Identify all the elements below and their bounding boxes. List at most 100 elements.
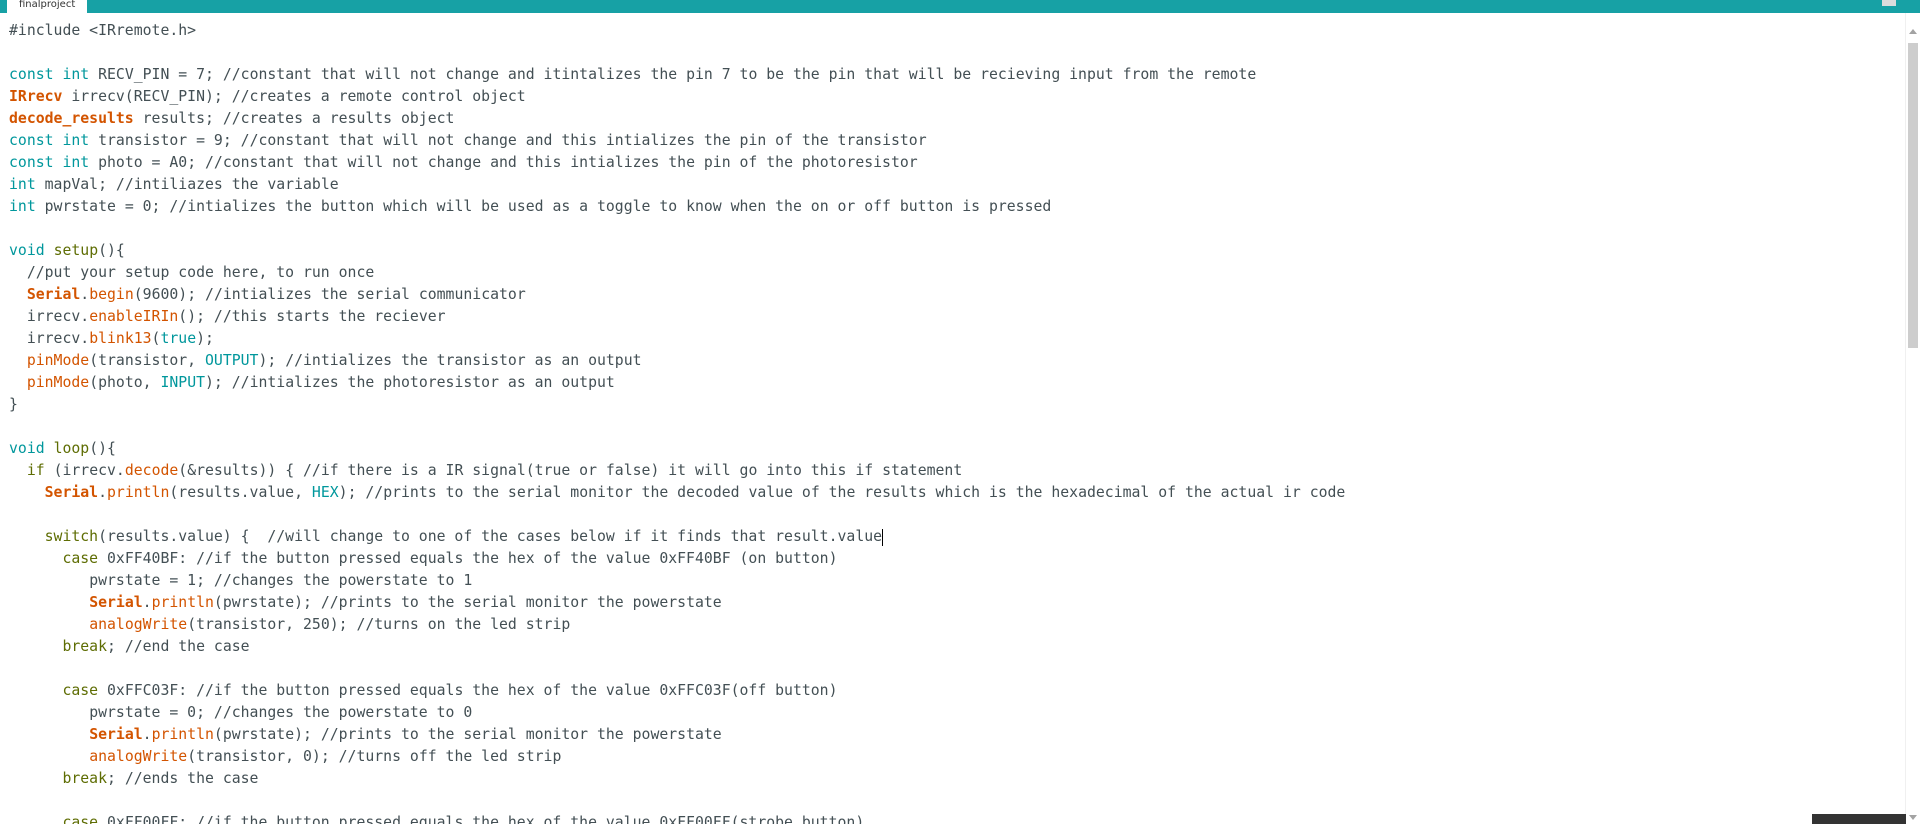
- keyword: int: [62, 66, 90, 83]
- code-editor[interactable]: #include <IRremote.h> const int RECV_PIN …: [0, 13, 1906, 824]
- code-comment: //intializes the button which will be us…: [169, 198, 1052, 215]
- keyword: int: [9, 198, 36, 215]
- code-line: pwrstate = 0; //changes the powerstate t…: [9, 702, 1345, 724]
- code-segment: (results.value) {: [98, 528, 268, 545]
- code-line: pinMode(photo, INPUT); //intializes the …: [26, 374, 615, 391]
- horizontal-scrollbar-thumb[interactable]: [1812, 814, 1906, 824]
- function-call: println: [151, 594, 214, 611]
- code-segment: (results.value,: [169, 484, 312, 501]
- function-call: pinMode: [26, 352, 90, 369]
- code-line: break; //ends the case: [62, 770, 259, 787]
- code-line: IRrecv irrecv(RECV_PIN); //creates a rem…: [9, 86, 1345, 108]
- keyword: INPUT: [160, 374, 206, 391]
- function-name: setup: [53, 242, 99, 259]
- code-line: pinMode(transistor, OUTPUT); //intialize…: [26, 352, 642, 369]
- code-segment: 0xFF00FF:: [98, 814, 197, 824]
- code-comment: //if the button pressed equals the hex o…: [196, 550, 838, 567]
- code-comment: //creates a results object: [222, 110, 455, 127]
- code-segment: pwrstate = 1;: [89, 572, 214, 589]
- keyword: break: [62, 638, 107, 655]
- text-cursor: [882, 528, 884, 546]
- code-comment: //constant that will not change and this…: [240, 132, 927, 149]
- code-line: case 0xFF40BF: //if the button pressed e…: [9, 548, 1345, 570]
- code-segment: (&results)) {: [178, 462, 304, 479]
- keyword: int: [9, 176, 36, 193]
- keyword: true: [160, 330, 197, 347]
- keyword: HEX: [311, 484, 339, 501]
- code-segment: RECV_PIN = 7;: [89, 66, 223, 83]
- code-comment: //intializes the photoresistor as an out…: [231, 374, 615, 391]
- function-call: decode: [124, 462, 179, 479]
- code-comment: //if there is a IR signal(true or false)…: [303, 462, 963, 479]
- code-line: //put your setup code here, to run once: [9, 262, 1345, 284]
- code-segment: (transistor, 0);: [187, 748, 339, 765]
- vertical-scrollbar[interactable]: [1905, 13, 1920, 824]
- code-comment: //end the case: [124, 638, 250, 655]
- tab-menu-button[interactable]: [1882, 0, 1896, 6]
- code-segment: results;: [133, 110, 223, 127]
- code-line: int mapVal; //intiliazes the variable: [9, 174, 1345, 196]
- code-segment: pwrstate = 0;: [89, 704, 214, 721]
- code-line: break; //end the case: [62, 638, 250, 655]
- code-comment: //intializes the serial communicator: [205, 286, 526, 303]
- code-comment: //if the button pressed equals the hex o…: [196, 814, 865, 824]
- code-line: decode_results results; //creates a resu…: [9, 108, 1345, 130]
- function-name: loop: [53, 440, 90, 457]
- tab-finalproject[interactable]: finalproject: [7, 0, 88, 13]
- keyword: case: [62, 682, 99, 699]
- code-line: Serial.println(results.value, HEX); //pr…: [44, 484, 1346, 501]
- code-segment: ();: [178, 308, 214, 325]
- code-segment: (photo,: [89, 374, 161, 391]
- code-line: analogWrite(transistor, 250); //turns on…: [9, 614, 1345, 636]
- code-comment: //changes the powerstate to 0: [213, 704, 473, 721]
- code-comment: //changes the powerstate to 1: [213, 572, 473, 589]
- code-comment: //creates a remote control object: [231, 88, 526, 105]
- code-segment: (pwrstate);: [213, 726, 321, 743]
- code-line: irrecv.enableIRIn(); //this starts the r…: [9, 308, 446, 325]
- function-call: enableIRIn: [89, 308, 179, 325]
- type: Serial: [26, 286, 81, 303]
- keyword: void: [9, 440, 45, 457]
- type: Serial: [89, 594, 143, 611]
- keyword: const: [9, 66, 54, 83]
- code-line: pwrstate = 1; //changes the powerstate t…: [9, 570, 1345, 592]
- code-line: const int photo = A0; //constant that wi…: [9, 152, 1345, 174]
- function-call: analogWrite: [89, 748, 188, 765]
- code-segment: 0xFF40BF:: [98, 550, 197, 567]
- code-comment: //turns on the led strip: [356, 616, 571, 633]
- code-segment: (pwrstate);: [213, 594, 321, 611]
- code-line: #include <IRremote.h>: [9, 22, 197, 39]
- chevron-up-icon[interactable]: [1909, 29, 1917, 34]
- keyword: if: [26, 462, 45, 479]
- code-line: const int transistor = 9; //constant tha…: [9, 130, 1345, 152]
- code-text: #include <IRremote.h> const int RECV_PIN …: [9, 20, 1345, 824]
- code-segment: (transistor,: [89, 352, 205, 369]
- keyword: void: [9, 242, 45, 259]
- keyword: break: [62, 770, 107, 787]
- code-line: analogWrite(transistor, 0); //turns off …: [9, 746, 1345, 768]
- function-call: println: [107, 484, 170, 501]
- scrollbar-thumb[interactable]: [1908, 43, 1918, 348]
- chevron-down-icon[interactable]: [1909, 815, 1917, 820]
- code-segment: pwrstate = 0;: [35, 198, 170, 215]
- code-comment: //prints to the serial monitor the power…: [320, 726, 722, 743]
- code-line: case 0xFFC03F: //if the button pressed e…: [9, 680, 1345, 702]
- code-line: switch(results.value) { //will change to…: [9, 526, 1345, 548]
- function-call: blink13: [89, 330, 152, 347]
- code-comment: //prints to the serial monitor the power…: [320, 594, 722, 611]
- code-line: if (irrecv.decode(&results)) { //if ther…: [26, 462, 963, 479]
- keyword: case: [62, 814, 99, 824]
- code-comment: //turns off the led strip: [338, 748, 562, 765]
- code-segment: (9600);: [133, 286, 206, 303]
- keyword: const: [9, 154, 54, 171]
- type: Serial: [44, 484, 99, 501]
- code-comment: //constant that will not change and itin…: [222, 66, 1257, 83]
- code-segment: photo = A0;: [89, 154, 206, 171]
- keyword: switch: [44, 528, 99, 545]
- code-line: void setup(){: [9, 242, 125, 259]
- code-line: const int RECV_PIN = 7; //constant that …: [9, 64, 1345, 86]
